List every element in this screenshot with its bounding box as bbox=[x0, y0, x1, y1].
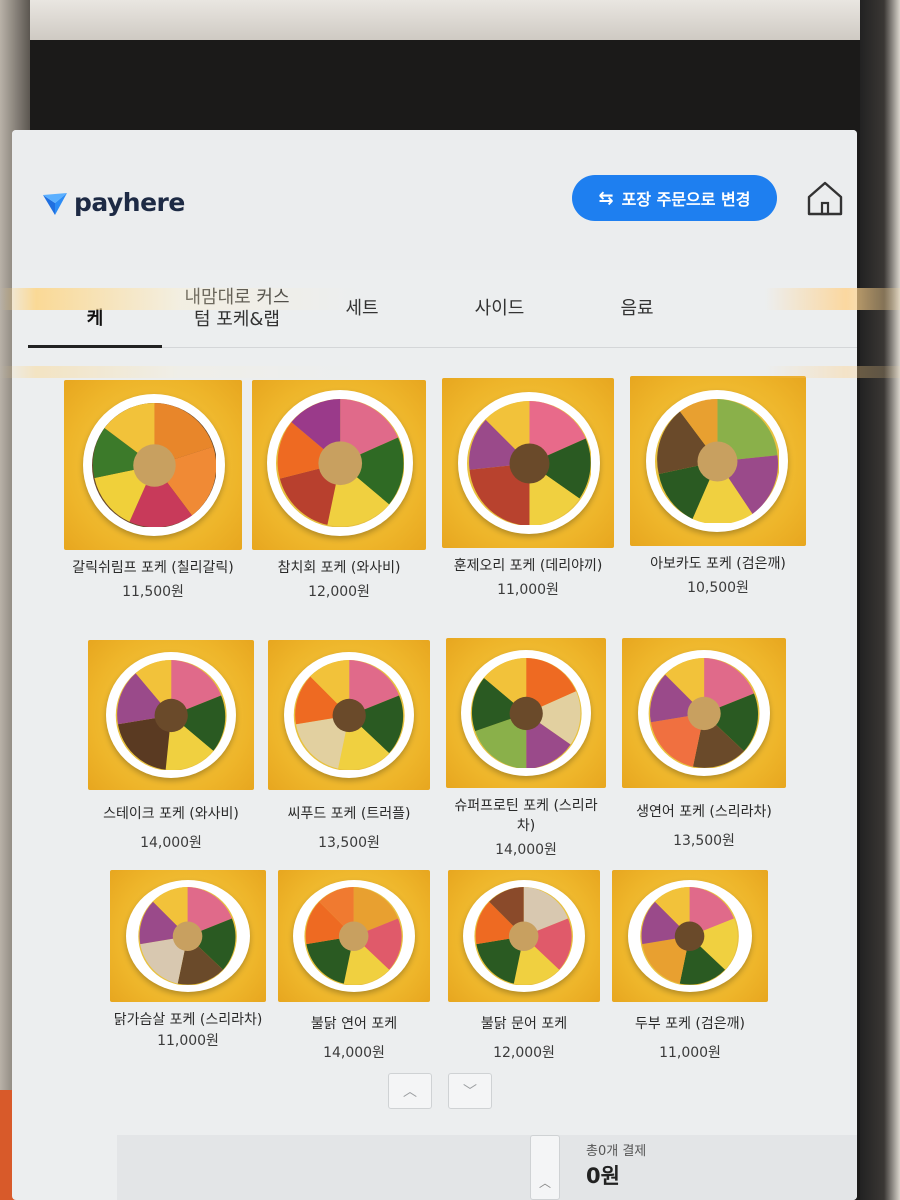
menu-item-price: 13,500원 bbox=[673, 833, 735, 849]
menu-item[interactable]: 훈제오리 포케 (데리야끼) 11,000원 bbox=[442, 378, 614, 599]
menu-item-image bbox=[630, 376, 806, 546]
menu-item-price: 12,000원 bbox=[493, 1045, 555, 1061]
menu-item-name: 두부 포케 (검은깨) bbox=[635, 1016, 745, 1032]
menu-item[interactable]: 두부 포케 (검은깨) 11,000원 bbox=[612, 870, 768, 1062]
menu-item[interactable]: 갈릭쉬림프 포케 (칠리갈릭) 11,500원 bbox=[64, 380, 242, 601]
poke-bowl-icon bbox=[275, 398, 405, 528]
menu-item-image bbox=[446, 638, 606, 788]
poke-bowl-icon bbox=[293, 659, 405, 771]
kiosk-screen: payhere ⇆ 포장 주문으로 변경 케 내맘대로 커스텀 포케&랩 세트 … bbox=[12, 130, 857, 1200]
menu-item-price: 14,000원 bbox=[495, 842, 557, 858]
poke-bowl-icon bbox=[115, 659, 227, 771]
menu-item-name: 닭가슴살 포케 (스리라차) bbox=[113, 1012, 263, 1028]
menu-item[interactable]: 아보카도 포케 (검은깨) 10,500원 bbox=[630, 376, 806, 597]
order-total: 0원 bbox=[586, 1164, 620, 1188]
menu-item-image bbox=[252, 380, 426, 550]
menu-item-image bbox=[622, 638, 786, 788]
chevron-up-icon: ︿ bbox=[538, 1176, 551, 1190]
poke-bowl-icon bbox=[304, 886, 404, 986]
kiosk-frame-right bbox=[860, 0, 900, 1200]
menu-item-image bbox=[442, 378, 614, 548]
menu-item-name: 씨푸드 포케 (트러플) bbox=[287, 806, 411, 822]
menu-item-price: 10,500원 bbox=[687, 580, 749, 596]
menu-grid: 갈릭쉬림프 포케 (칠리갈릭) 11,500원 참치회 포케 (와사비) 12,… bbox=[12, 130, 857, 1200]
menu-item-name: 불닭 연어 포케 bbox=[310, 1016, 398, 1032]
menu-item-image bbox=[268, 640, 430, 790]
menu-item-price: 14,000원 bbox=[140, 835, 202, 851]
menu-item-price: 11,000원 bbox=[157, 1033, 219, 1049]
poke-bowl-icon bbox=[91, 402, 217, 528]
menu-item-name: 스테이크 포케 (와사비) bbox=[103, 806, 239, 822]
menu-item-price: 12,000원 bbox=[308, 584, 370, 600]
chevron-down-icon: ﹀ bbox=[463, 1084, 477, 1100]
poke-bowl-icon bbox=[648, 657, 760, 769]
poke-bowl-icon bbox=[654, 398, 780, 524]
poke-bowl-icon bbox=[470, 657, 582, 769]
page-down-button[interactable]: ﹀ bbox=[448, 1073, 492, 1109]
menu-item-image bbox=[64, 380, 242, 550]
menu-item-name: 갈릭쉬림프 포케 (칠리갈릭) bbox=[72, 560, 234, 576]
chevron-up-icon: ︿ bbox=[403, 1084, 417, 1100]
menu-item[interactable]: 스테이크 포케 (와사비) 14,000원 bbox=[88, 640, 254, 852]
menu-item[interactable]: 씨푸드 포케 (트러플) 13,500원 bbox=[268, 640, 430, 852]
menu-item-price: 13,500원 bbox=[318, 835, 380, 851]
menu-item-image bbox=[612, 870, 768, 1002]
menu-item-name: 참치회 포케 (와사비) bbox=[277, 560, 401, 576]
poke-bowl-icon bbox=[640, 886, 740, 986]
menu-item[interactable]: 생연어 포케 (스리라차) 13,500원 bbox=[622, 638, 786, 850]
page-up-button[interactable]: ︿ bbox=[388, 1073, 432, 1109]
poke-bowl-icon bbox=[466, 400, 592, 526]
menu-item[interactable]: 닭가슴살 포케 (스리라차) 11,000원 bbox=[110, 870, 266, 1050]
menu-item[interactable]: 불닭 문어 포케 12,000원 bbox=[448, 870, 600, 1062]
menu-item-price: 11,000원 bbox=[659, 1045, 721, 1061]
menu-item-price: 11,000원 bbox=[497, 582, 559, 598]
menu-item-image bbox=[110, 870, 266, 1002]
menu-item[interactable]: 참치회 포케 (와사비) 12,000원 bbox=[252, 380, 426, 601]
menu-item-price: 14,000원 bbox=[323, 1045, 385, 1061]
menu-item[interactable]: 불닭 연어 포케 14,000원 bbox=[278, 870, 430, 1062]
menu-item-name: 불닭 문어 포케 bbox=[480, 1016, 568, 1032]
menu-item-name: 훈제오리 포케 (데리야끼) bbox=[453, 558, 603, 574]
menu-item[interactable]: 슈퍼프로틴 포케 (스리라차) 14,000원 bbox=[446, 638, 606, 859]
order-count-label: 총0개 결제 bbox=[586, 1144, 647, 1159]
menu-item-image bbox=[448, 870, 600, 1002]
poke-bowl-icon bbox=[138, 886, 238, 986]
poke-bowl-icon bbox=[474, 886, 574, 986]
menu-item-name: 슈퍼프로틴 포케 (스리라차) bbox=[454, 798, 598, 834]
cart-expand-button[interactable]: ︿ bbox=[530, 1135, 560, 1200]
order-footer bbox=[117, 1135, 857, 1200]
menu-item-name: 아보카도 포케 (검은깨) bbox=[650, 556, 786, 572]
kiosk-frame-top bbox=[0, 0, 900, 40]
menu-item-image bbox=[88, 640, 254, 790]
menu-item-image bbox=[278, 870, 430, 1002]
menu-item-name: 생연어 포케 (스리라차) bbox=[636, 804, 772, 820]
menu-item-price: 11,500원 bbox=[122, 584, 184, 600]
